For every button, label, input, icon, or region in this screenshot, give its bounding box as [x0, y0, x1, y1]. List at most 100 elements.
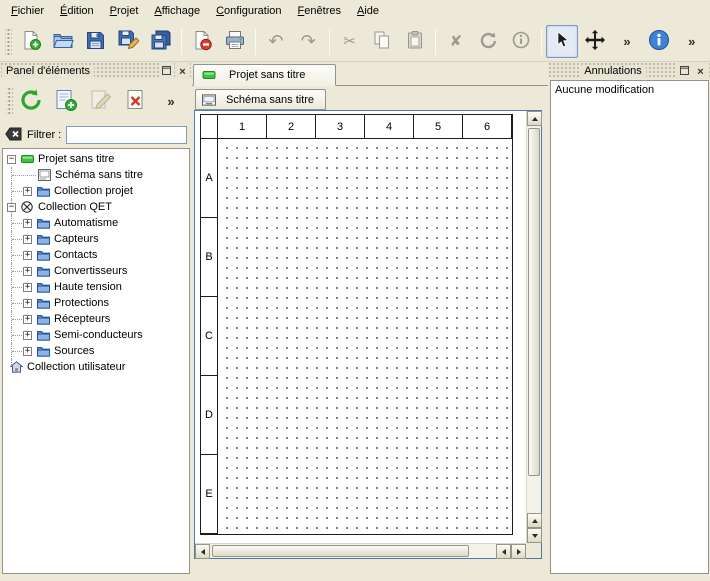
new-element-button[interactable]: [51, 85, 81, 117]
save-button[interactable]: [80, 25, 112, 58]
element-info-button[interactable]: [505, 25, 537, 58]
vertical-scrollbar[interactable]: [526, 111, 541, 543]
select-mode-button[interactable]: [546, 25, 578, 58]
reload-collections-button[interactable]: [16, 85, 46, 117]
new-file-button[interactable]: [15, 25, 47, 58]
redo-button[interactable]: [292, 25, 324, 58]
tree-item-automatisme[interactable]: + Automatisme: [3, 215, 189, 231]
schema-icon: [202, 94, 216, 106]
tree-item-haute-tension[interactable]: + Haute tension: [3, 279, 189, 295]
expander-icon[interactable]: +: [23, 267, 32, 276]
scrollbar-corner: [526, 543, 541, 558]
save-all-button[interactable]: [144, 25, 176, 58]
scroll-up-button-2[interactable]: [527, 513, 542, 528]
tree-item-convertisseurs[interactable]: + Convertisseurs: [3, 263, 189, 279]
elements-tree[interactable]: − Projet sans titre Schéma sans titre + …: [2, 148, 190, 574]
paste-button[interactable]: [398, 25, 430, 58]
dock-float-button[interactable]: [159, 63, 174, 78]
tree-item-semi-conducteurs[interactable]: + Semi-conducteurs: [3, 327, 189, 343]
save-as-icon: [117, 29, 139, 54]
expander-icon[interactable]: +: [23, 315, 32, 324]
filter-input[interactable]: [66, 126, 187, 144]
expander-icon[interactable]: +: [23, 283, 32, 292]
close-file-button[interactable]: [186, 25, 218, 58]
copy-icon: [372, 30, 392, 53]
tree-item-collection-projet[interactable]: + Collection projet: [3, 183, 189, 199]
tree-item-sources[interactable]: + Sources: [3, 343, 189, 359]
menu-fenetres[interactable]: Fenêtres: [290, 1, 349, 21]
expander-icon[interactable]: −: [7, 203, 16, 212]
expander-icon[interactable]: −: [7, 155, 16, 164]
vertical-scroll-thumb[interactable]: [528, 128, 540, 476]
tree-item-recepteurs[interactable]: + Récepteurs: [3, 311, 189, 327]
edit-element-button[interactable]: [86, 85, 116, 117]
undo-button[interactable]: [260, 25, 292, 58]
filter-row: Filtrer :: [0, 123, 192, 147]
menu-projet[interactable]: Projet: [102, 1, 147, 21]
scroll-down-button[interactable]: [527, 528, 542, 543]
expander-icon[interactable]: +: [23, 219, 32, 228]
about-button[interactable]: [643, 25, 675, 58]
open-file-button[interactable]: [47, 25, 79, 58]
tree-item-label: Automatisme: [54, 217, 118, 229]
expander-icon[interactable]: +: [23, 187, 32, 196]
menu-edition[interactable]: Édition: [52, 1, 102, 21]
tree-item-collection-utilisateur[interactable]: Collection utilisateur: [3, 359, 189, 375]
tree-item-capteurs[interactable]: + Capteurs: [3, 231, 189, 247]
expander-icon[interactable]: +: [23, 299, 32, 308]
print-button[interactable]: [218, 25, 250, 58]
scroll-right-button[interactable]: [511, 544, 526, 559]
dock-float-button[interactable]: [677, 63, 692, 78]
clear-filter-button[interactable]: [5, 127, 22, 144]
horizontal-scroll-thumb[interactable]: [212, 545, 469, 557]
copy-button[interactable]: [366, 25, 398, 58]
rotate-button[interactable]: [472, 25, 504, 58]
open-folder-icon: [52, 29, 74, 54]
expander-icon[interactable]: +: [23, 251, 32, 260]
delete-button[interactable]: [440, 25, 472, 58]
elements-panel-titlebar[interactable]: Panel d'éléments: [0, 62, 192, 79]
expander-icon[interactable]: +: [23, 331, 32, 340]
undo-panel-titlebar[interactable]: Annulations: [548, 62, 710, 79]
delete-element-button[interactable]: [121, 85, 151, 117]
diagram-canvas[interactable]: 1 2 3 4 5 6 A B C D E: [195, 111, 526, 543]
arrow-left-icon: [502, 549, 506, 555]
save-as-button[interactable]: [112, 25, 144, 58]
toolbar-drag-handle[interactable]: [5, 29, 12, 55]
tree-item-project[interactable]: − Projet sans titre: [3, 151, 189, 167]
toolbar-drag-handle[interactable]: [6, 88, 13, 114]
tree-item-protections[interactable]: + Protections: [3, 295, 189, 311]
tree-item-label: Contacts: [54, 249, 97, 261]
undo-history-list[interactable]: Aucune modification: [550, 80, 709, 574]
menu-aide[interactable]: Aide: [349, 1, 387, 21]
tree-item-contacts[interactable]: + Contacts: [3, 247, 189, 263]
scroll-left-button-2[interactable]: [496, 544, 511, 559]
scroll-left-button[interactable]: [195, 544, 210, 559]
scroll-up-button[interactable]: [527, 111, 542, 126]
panel-toolbar-overflow-button[interactable]: »: [156, 85, 186, 117]
dock-close-button[interactable]: [693, 63, 708, 78]
tab-project[interactable]: Projet sans titre: [193, 64, 336, 86]
menu-fichier[interactable]: Fichier: [3, 1, 52, 21]
tree-item-schema[interactable]: Schéma sans titre: [3, 167, 189, 183]
horizontal-scrollbar[interactable]: [195, 543, 526, 558]
expander-icon[interactable]: +: [23, 235, 32, 244]
help-overflow-button[interactable]: »: [676, 25, 708, 58]
project-icon: [202, 69, 216, 81]
menu-affichage[interactable]: Affichage: [146, 1, 208, 21]
float-icon: [162, 63, 171, 78]
move-mode-button[interactable]: [578, 25, 610, 58]
diagram-view[interactable]: 1 2 3 4 5 6 A B C D E: [194, 110, 542, 559]
home-icon: [9, 361, 23, 373]
menu-configuration[interactable]: Configuration: [208, 1, 289, 21]
filter-label: Filtrer :: [27, 129, 61, 141]
tab-schema[interactable]: Schéma sans titre: [195, 89, 326, 110]
dock-close-button[interactable]: [175, 63, 190, 78]
vertical-scroll-track[interactable]: [527, 126, 541, 513]
cut-button[interactable]: [334, 25, 366, 58]
expander-icon[interactable]: +: [23, 347, 32, 356]
horizontal-scroll-track[interactable]: [210, 544, 496, 558]
tree-item-collection-qet[interactable]: − Collection QET: [3, 199, 189, 215]
toolbar-overflow-button[interactable]: »: [611, 25, 643, 58]
diagram-grid-area[interactable]: [218, 139, 512, 534]
